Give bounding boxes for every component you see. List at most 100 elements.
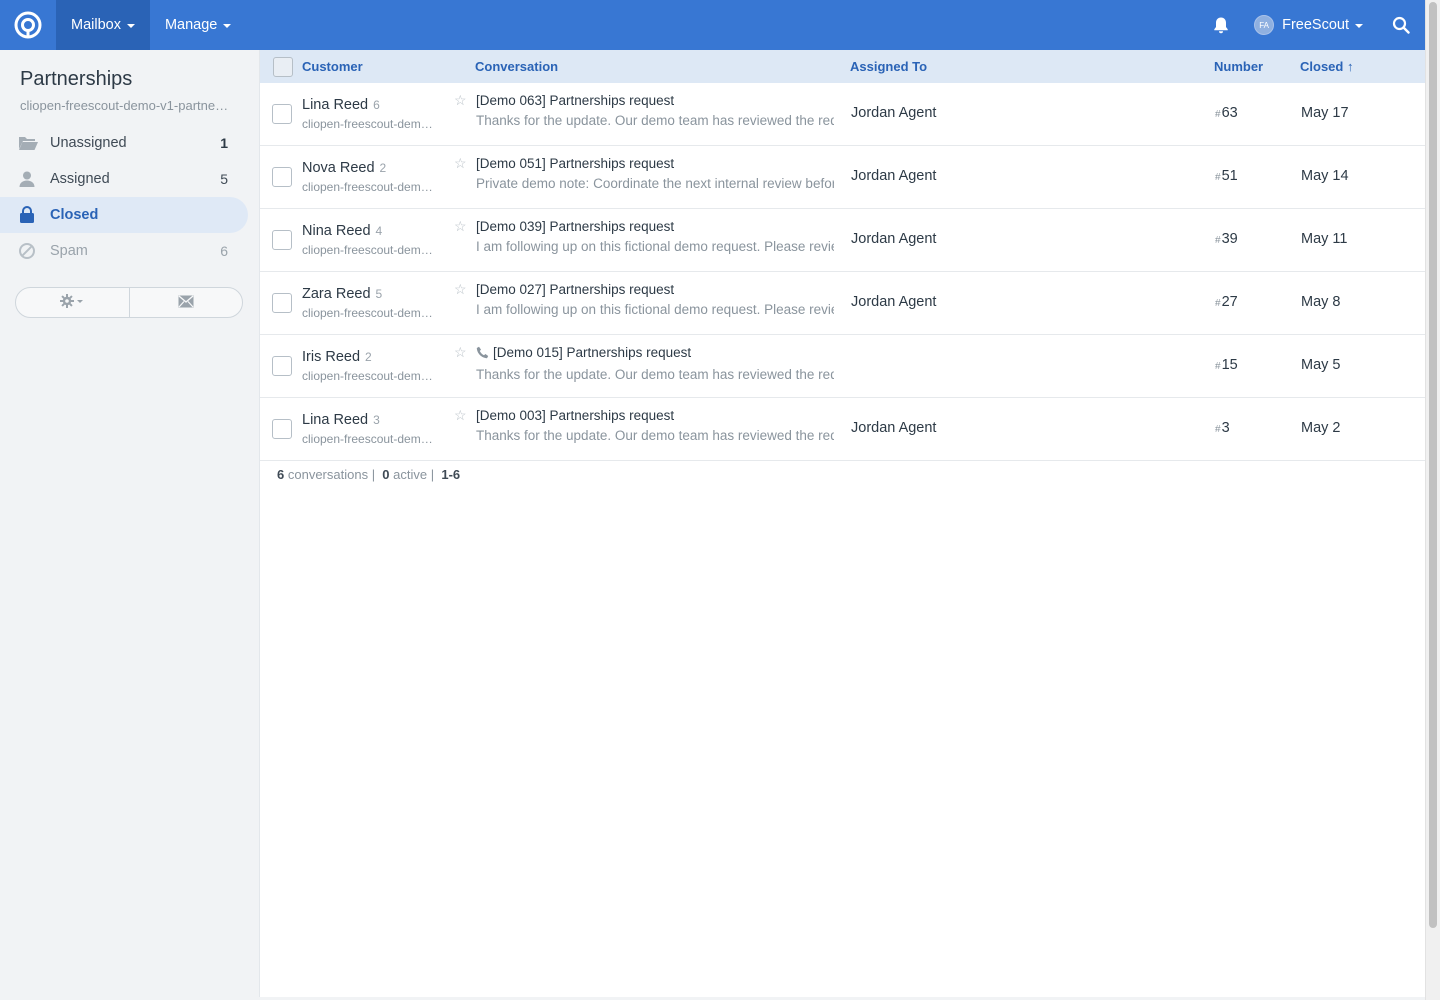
closed-date: May 8 [1301, 294, 1341, 310]
conversation-subject: [Demo 003] Partnerships request [476, 408, 675, 423]
number-value: 39 [1221, 231, 1238, 247]
select-all-checkbox[interactable] [273, 57, 293, 77]
notifications-bell-icon[interactable] [1196, 0, 1246, 50]
table-row[interactable]: Lina Reed 3 cliopen-freescout-demo-custom… [260, 398, 1425, 461]
avatar: FA [1254, 15, 1275, 35]
new-conversation-button[interactable] [128, 288, 243, 317]
number-column-header[interactable]: Number [1214, 50, 1263, 83]
folder-unassigned[interactable]: Unassigned 1 [0, 125, 248, 161]
customer-email: cliopen-freescout-demo-customer@example.… [302, 306, 434, 320]
conversation-subject: [Demo 027] Partnerships request [476, 282, 675, 297]
folder-label: Closed [50, 207, 99, 223]
conversation-subject: [Demo 051] Partnerships request [476, 156, 675, 171]
mailbox-settings-button[interactable] [16, 288, 129, 317]
thread-count: 3 [373, 413, 380, 427]
closed-date: May 14 [1301, 168, 1349, 184]
star-icon[interactable]: ☆ [454, 155, 467, 172]
row-checkbox[interactable] [272, 419, 292, 439]
user-menu[interactable]: FA FreeScout [1246, 0, 1377, 50]
page-range: 1-6 [441, 467, 461, 482]
hash-icon: # [1215, 172, 1221, 183]
mailbox-actions [15, 287, 243, 318]
customer-email: cliopen-freescout-demo-customer@example.… [302, 243, 434, 257]
conversation-column-header[interactable]: Conversation [475, 50, 558, 83]
conversation-number: #39 [1215, 231, 1238, 247]
table-row[interactable]: Zara Reed 5 cliopen-freescout-demo-custom… [260, 272, 1425, 335]
freescout-logo-icon[interactable] [0, 0, 56, 50]
folder-assigned[interactable]: Assigned 5 [0, 161, 248, 197]
table-row[interactable]: Lina Reed 6 cliopen-freescout-demo-custom… [260, 83, 1425, 146]
table-row[interactable]: Nova Reed 2 cliopen-freescout-demo-custom… [260, 146, 1425, 209]
assigned-to: Jordan Agent [851, 420, 937, 436]
scrollbar-thumb[interactable] [1429, 2, 1437, 928]
star-icon[interactable]: ☆ [454, 218, 467, 235]
customer-cell: Zara Reed 5 cliopen-freescout-demo-custom… [302, 285, 437, 320]
folder-spam[interactable]: Spam 6 [0, 233, 248, 269]
star-icon[interactable]: ☆ [454, 92, 467, 109]
folder-label: Assigned [50, 171, 110, 187]
row-checkbox[interactable] [272, 293, 292, 313]
closed-date: May 2 [1301, 420, 1341, 436]
conversation-cell: [Demo 027] Partnerships request I am fol… [476, 282, 836, 317]
assigned-to: Jordan Agent [851, 231, 937, 247]
mailbox-menu[interactable]: Mailbox [56, 0, 150, 50]
folder-closed[interactable]: Closed [0, 197, 248, 233]
mailbox-email: cliopen-freescout-demo-v1-partnerships@e… [20, 98, 232, 113]
conversation-preview: Thanks for the update. Our demo team has… [476, 113, 834, 128]
active-label: active [393, 467, 428, 482]
phone-icon [476, 346, 489, 362]
row-checkbox[interactable] [272, 230, 292, 250]
customer-email: cliopen-freescout-demo-customer@example.… [302, 432, 434, 446]
conversation-subject: [Demo 015] Partnerships request [493, 345, 692, 360]
envelope-icon [178, 294, 194, 311]
mailbox-title: Partnerships [20, 68, 133, 90]
top-navbar: Mailbox Manage FA FreeScout [0, 0, 1425, 50]
table-row[interactable]: Iris Reed 2 cliopen-freescout-demo-custom… [260, 335, 1425, 398]
number-value: 63 [1221, 105, 1238, 121]
assigned-to-column-header[interactable]: Assigned To [850, 50, 927, 83]
manage-menu[interactable]: Manage [150, 0, 246, 50]
folder-label: Unassigned [50, 135, 127, 151]
conversation-subject: [Demo 039] Partnerships request [476, 219, 675, 234]
customer-cell: Lina Reed 6 cliopen-freescout-demo-custom… [302, 96, 437, 131]
conversation-preview: I am following up on this fictional demo… [476, 302, 834, 317]
active-count: 0 [382, 467, 390, 482]
conversation-number: #3 [1215, 420, 1230, 436]
conversation-preview: Private demo note: Coordinate the next i… [476, 176, 834, 191]
ban-icon [18, 242, 40, 260]
conversation-number: #51 [1215, 168, 1238, 184]
table-row[interactable]: Nina Reed 4 cliopen-freescout-demo-custom… [260, 209, 1425, 272]
folder-count: 1 [220, 135, 228, 151]
row-checkbox[interactable] [272, 167, 292, 187]
row-checkbox[interactable] [272, 104, 292, 124]
customer-email: cliopen-freescout-demo-customer@example.… [302, 180, 434, 194]
search-icon[interactable] [1377, 0, 1425, 50]
closed-date: May 11 [1301, 231, 1348, 247]
conversation-preview: Thanks for the update. Our demo team has… [476, 428, 834, 443]
thread-count: 2 [365, 350, 372, 364]
conversation-cell: [Demo 051] Partnerships request Private … [476, 156, 836, 191]
customer-column-header[interactable]: Customer [302, 50, 363, 83]
customer-email: cliopen-freescout-demo-customer@example.… [302, 369, 434, 383]
star-icon[interactable]: ☆ [454, 407, 467, 424]
assigned-to: Jordan Agent [851, 105, 937, 121]
hash-icon: # [1215, 235, 1221, 246]
number-value: 15 [1221, 357, 1238, 373]
number-value: 3 [1221, 420, 1230, 436]
user-icon [18, 170, 40, 188]
hash-icon: # [1215, 424, 1221, 435]
star-icon[interactable]: ☆ [454, 344, 467, 361]
conversation-cell: [Demo 015] Partnerships request Thanks f… [476, 345, 836, 382]
customer-name: Lina Reed [302, 97, 369, 113]
customer-cell: Nova Reed 2 cliopen-freescout-demo-custom… [302, 159, 437, 194]
row-checkbox[interactable] [272, 356, 292, 376]
closed-date: May 5 [1301, 357, 1341, 373]
hash-icon: # [1215, 361, 1221, 372]
user-name: FreeScout [1282, 17, 1349, 33]
closed-column-header[interactable]: Closed ↑ [1300, 50, 1353, 83]
customer-name: Nina Reed [302, 223, 371, 239]
thread-count: 4 [375, 224, 383, 238]
hash-icon: # [1215, 298, 1221, 309]
star-icon[interactable]: ☆ [454, 281, 467, 298]
page-scrollbar[interactable] [1425, 0, 1440, 1000]
